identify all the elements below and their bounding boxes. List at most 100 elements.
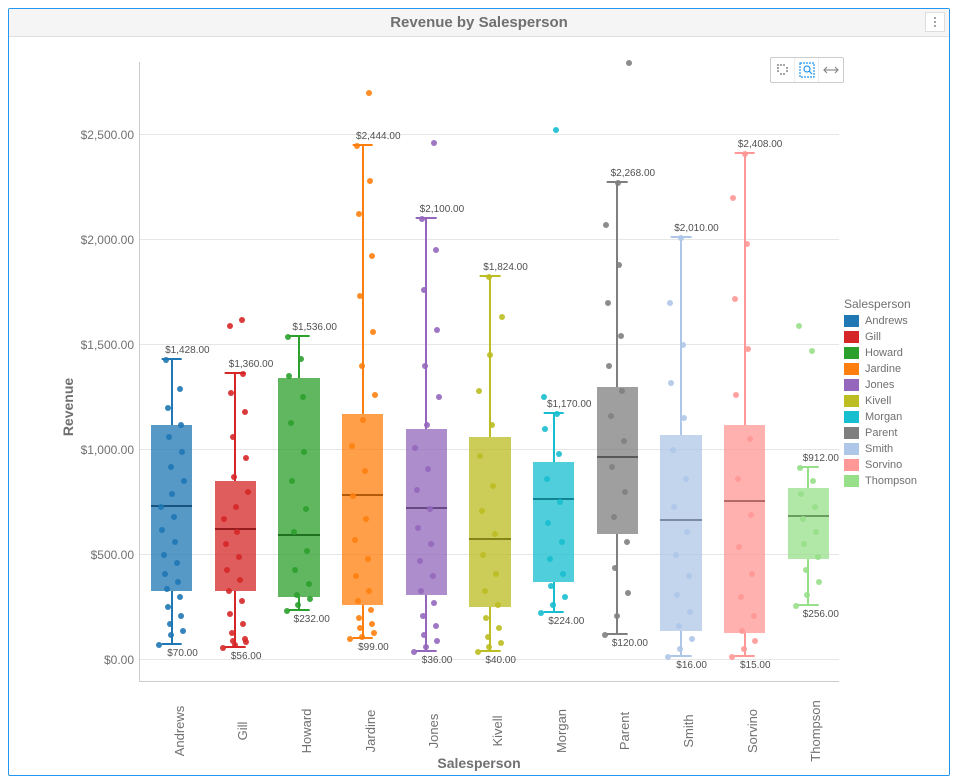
data-point[interactable] — [622, 489, 628, 495]
x-tick-label[interactable]: Jones — [426, 714, 441, 749]
data-point[interactable] — [689, 636, 695, 642]
data-point[interactable] — [602, 632, 608, 638]
data-point[interactable] — [229, 630, 235, 636]
boxplot-kivell[interactable]: $1,824.00$40.00 — [469, 61, 510, 681]
data-point[interactable] — [415, 525, 421, 531]
boxplot-parent[interactable]: $2,268.00$120.00 — [597, 61, 638, 681]
data-point[interactable] — [803, 567, 809, 573]
data-point[interactable] — [735, 476, 741, 482]
data-point[interactable] — [815, 554, 821, 560]
data-point[interactable] — [177, 386, 183, 392]
data-point[interactable] — [223, 541, 229, 547]
data-point[interactable] — [168, 632, 174, 638]
boxplot-gill[interactable]: $1,360.00$56.00 — [215, 61, 256, 681]
data-point[interactable] — [673, 552, 679, 558]
data-point[interactable] — [612, 565, 618, 571]
data-point[interactable] — [483, 615, 489, 621]
data-point[interactable] — [624, 539, 630, 545]
data-point[interactable] — [496, 625, 502, 631]
data-point[interactable] — [370, 329, 376, 335]
data-point[interactable] — [560, 571, 566, 577]
data-point[interactable] — [618, 333, 624, 339]
data-point[interactable] — [603, 222, 609, 228]
data-point[interactable] — [436, 394, 442, 400]
data-point[interactable] — [172, 539, 178, 545]
data-point[interactable] — [733, 392, 739, 398]
data-point[interactable] — [677, 646, 683, 652]
x-tick-label[interactable]: Morgan — [554, 709, 569, 753]
data-point[interactable] — [367, 178, 373, 184]
data-point[interactable] — [179, 449, 185, 455]
data-point[interactable] — [744, 241, 750, 247]
data-point[interactable] — [359, 634, 365, 640]
data-point[interactable] — [810, 478, 816, 484]
data-point[interactable] — [156, 642, 162, 648]
data-point[interactable] — [676, 623, 682, 629]
data-point[interactable] — [625, 590, 631, 596]
data-point[interactable] — [477, 453, 483, 459]
data-point[interactable] — [180, 628, 186, 634]
pan-button[interactable] — [819, 58, 843, 82]
legend-item-jones[interactable]: Jones — [844, 379, 939, 391]
data-point[interactable] — [354, 143, 360, 149]
data-point[interactable] — [242, 636, 248, 642]
data-point[interactable] — [167, 621, 173, 627]
data-point[interactable] — [485, 634, 491, 640]
data-point[interactable] — [162, 571, 168, 577]
data-point[interactable] — [171, 514, 177, 520]
data-point[interactable] — [550, 602, 556, 608]
data-point[interactable] — [178, 422, 184, 428]
data-point[interactable] — [538, 610, 544, 616]
data-point[interactable] — [752, 638, 758, 644]
data-point[interactable] — [366, 90, 372, 96]
data-point[interactable] — [616, 262, 622, 268]
x-tick-label[interactable]: Smith — [681, 714, 696, 747]
more-options-button[interactable] — [925, 12, 945, 32]
data-point[interactable] — [411, 649, 417, 655]
data-point[interactable] — [480, 552, 486, 558]
data-point[interactable] — [626, 60, 632, 66]
data-point[interactable] — [431, 140, 437, 146]
data-point[interactable] — [796, 323, 802, 329]
data-point[interactable] — [670, 447, 676, 453]
legend-item-smith[interactable]: Smith — [844, 443, 939, 455]
data-point[interactable] — [678, 235, 684, 241]
data-point[interactable] — [475, 649, 481, 655]
x-tick-label[interactable]: Howard — [299, 709, 314, 754]
data-point[interactable] — [800, 516, 806, 522]
data-point[interactable] — [542, 426, 548, 432]
data-point[interactable] — [544, 476, 550, 482]
data-point[interactable] — [304, 548, 310, 554]
boxplot-andrews[interactable]: $1,428.00$70.00 — [151, 61, 192, 681]
data-point[interactable] — [482, 588, 488, 594]
data-point[interactable] — [350, 493, 356, 499]
data-point[interactable] — [423, 644, 429, 650]
data-point[interactable] — [163, 357, 169, 363]
data-point[interactable] — [227, 611, 233, 617]
data-point[interactable] — [239, 317, 245, 323]
x-tick-label[interactable]: Kivell — [490, 715, 505, 746]
data-point[interactable] — [418, 588, 424, 594]
data-point[interactable] — [224, 567, 230, 573]
data-point[interactable] — [412, 445, 418, 451]
data-point[interactable] — [372, 392, 378, 398]
data-point[interactable] — [371, 630, 377, 636]
data-point[interactable] — [294, 592, 300, 598]
data-point[interactable] — [493, 571, 499, 577]
data-point[interactable] — [353, 573, 359, 579]
data-point[interactable] — [240, 371, 246, 377]
data-point[interactable] — [366, 588, 372, 594]
legend-item-gill[interactable]: Gill — [844, 331, 939, 343]
data-point[interactable] — [245, 489, 251, 495]
legend-item-jardine[interactable]: Jardine — [844, 363, 939, 375]
data-point[interactable] — [422, 363, 428, 369]
data-point[interactable] — [175, 579, 181, 585]
data-point[interactable] — [425, 466, 431, 472]
data-point[interactable] — [166, 434, 172, 440]
data-point[interactable] — [747, 436, 753, 442]
data-point[interactable] — [605, 300, 611, 306]
data-point[interactable] — [684, 529, 690, 535]
data-point[interactable] — [739, 628, 745, 634]
data-point[interactable] — [687, 609, 693, 615]
data-point[interactable] — [556, 451, 562, 457]
